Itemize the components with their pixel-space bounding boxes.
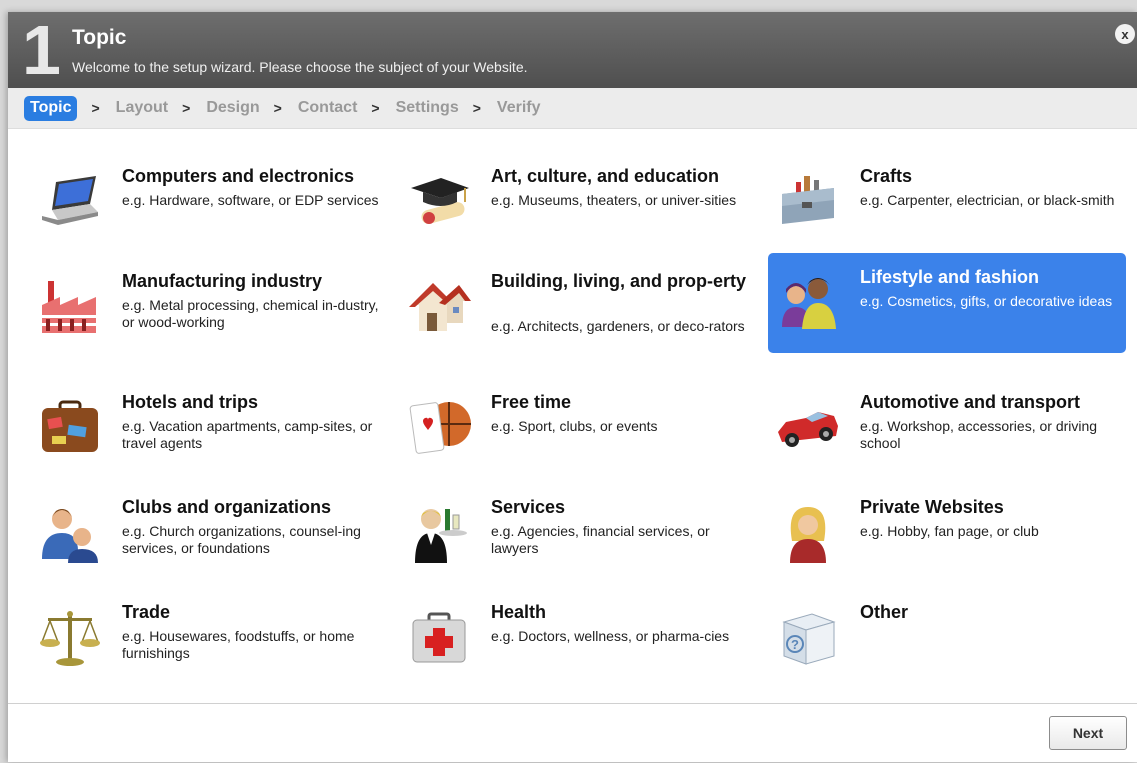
- topic-tile-art[interactable]: Art, culture, and education e.g. Museums…: [399, 158, 757, 254]
- topic-tile-crafts[interactable]: Crafts e.g. Carpenter, electrician, or b…: [768, 158, 1126, 254]
- topic-description: e.g. Hardware, software, or EDP services: [122, 192, 379, 208]
- topic-tile-automotive[interactable]: Automotive and transport e.g. Workshop, …: [768, 384, 1126, 480]
- topic-description: e.g. Sport, clubs, or events: [491, 418, 658, 434]
- step-label: Layout: [115, 99, 169, 116]
- step-number: 1: [22, 11, 61, 89]
- topic-description: e.g. Hobby, fan page, or club: [860, 523, 1039, 539]
- topic-tile-computers[interactable]: Computers and electronics e.g. Hardware,…: [30, 158, 388, 254]
- topic-title: Clubs and organizations: [122, 497, 332, 517]
- people-fashion-icon: [782, 278, 836, 329]
- wizard-steps-breadcrumb: Topic > Layout > Design > Contact > Settings…: [8, 88, 1137, 129]
- topic-description: e.g. Architects, gardeners, or deco-rato…: [491, 318, 745, 334]
- wizard-header: 1 Topic Welcome to the setup wizard. Ple…: [8, 11, 1137, 89]
- topic-tile-health[interactable]: Health e.g. Doctors, wellness, or pharma…: [399, 594, 757, 690]
- graduation-cap-icon: [411, 178, 469, 224]
- step-separator: >: [182, 100, 191, 116]
- step-topic[interactable]: Topic >: [24, 95, 116, 121]
- group-icon: [42, 509, 98, 563]
- setup-wizard-dialog: 1 Topic Welcome to the setup wizard. Ple…: [8, 11, 1137, 763]
- topic-description: e.g. Housewares, foodstuffs, or home fur…: [122, 628, 355, 661]
- topic-title: Art, culture, and education: [491, 166, 720, 186]
- topic-tile-freetime[interactable]: Free time e.g. Sport, clubs, or events: [399, 384, 757, 480]
- topic-description: e.g. Church organizations, counsel-ing s…: [122, 523, 361, 556]
- scales-icon: [40, 611, 100, 666]
- topic-title: Manufacturing industry: [122, 271, 323, 291]
- topic-tile-lifestyle[interactable]: Lifestyle and fashion e.g. Cosmetics, gi…: [768, 253, 1126, 353]
- factory-icon: [42, 281, 96, 333]
- car-icon: [778, 412, 838, 447]
- wizard-footer: Next: [8, 703, 1137, 763]
- topic-tile-other[interactable]: ? Other: [768, 594, 1126, 690]
- topic-tile-building[interactable]: Building, living, and prop-erty e.g. Arc…: [399, 263, 757, 359]
- step-separator: >: [91, 100, 100, 116]
- step-separator: >: [273, 100, 282, 116]
- topic-title: Health: [491, 602, 547, 622]
- page-subtitle: Welcome to the setup wizard. Please choo…: [72, 59, 528, 75]
- step-label: Settings: [395, 99, 459, 116]
- step-label: Topic: [24, 95, 78, 121]
- topic-title: Lifestyle and fashion: [860, 267, 1040, 287]
- playing-card-ball-icon: [409, 402, 471, 454]
- topic-tile-trade[interactable]: Trade e.g. Housewares, foodstuffs, or ho…: [30, 594, 388, 690]
- topic-tile-clubs[interactable]: Clubs and organizations e.g. Church orga…: [30, 489, 388, 585]
- step-separator: >: [472, 100, 481, 116]
- topic-title: Building, living, and prop-erty: [491, 271, 746, 291]
- topic-title: Private Websites: [860, 497, 1004, 517]
- topic-grid: Computers and electronics e.g. Hardware,…: [8, 128, 1137, 702]
- topic-description: e.g. Cosmetics, gifts, or decorative ide…: [860, 293, 1113, 309]
- toolbox-icon: [782, 176, 834, 224]
- topic-description: e.g. Vacation apartments, camp-sites, or…: [122, 418, 373, 451]
- topic-description: e.g. Museums, theaters, or univer-sities: [491, 192, 737, 208]
- woman-icon: [790, 507, 826, 563]
- topic-title: Trade: [122, 602, 171, 622]
- topic-description: e.g. Workshop, accessories, or driving s…: [860, 418, 1098, 451]
- step-label: Design: [206, 99, 260, 116]
- step-verify[interactable]: Verify: [497, 96, 541, 120]
- laptop-icon: [42, 176, 98, 225]
- topic-description: e.g. Metal processing, chemical in-dustr…: [122, 297, 379, 330]
- step-layout[interactable]: Layout >: [116, 96, 207, 120]
- question-box-icon: ?: [782, 613, 836, 665]
- topic-title: Computers and electronics: [122, 166, 355, 186]
- topic-tile-services[interactable]: Services e.g. Agencies, financial servic…: [399, 489, 757, 585]
- waiter-icon: [415, 509, 467, 563]
- topic-title: Hotels and trips: [122, 392, 259, 412]
- topic-title: Other: [860, 602, 909, 622]
- next-button[interactable]: Next: [1049, 716, 1127, 750]
- page-title: Topic: [72, 26, 127, 49]
- topic-title: Crafts: [860, 166, 913, 186]
- step-label: Verify: [496, 99, 541, 116]
- step-label: Contact: [297, 99, 358, 116]
- step-contact[interactable]: Contact >: [298, 96, 396, 120]
- svg-text:?: ?: [791, 637, 799, 652]
- topic-title: Free time: [491, 392, 572, 412]
- close-button[interactable]: x: [1115, 24, 1135, 44]
- topic-tile-manufacturing[interactable]: Manufacturing industry e.g. Metal proces…: [30, 263, 388, 359]
- topic-title: Automotive and transport: [860, 392, 1081, 412]
- first-aid-kit-icon: [412, 612, 466, 663]
- step-separator: >: [371, 100, 380, 116]
- topic-description: e.g. Carpenter, electrician, or black-sm…: [860, 192, 1115, 208]
- topic-tile-hotels[interactable]: Hotels and trips e.g. Vacation apartment…: [30, 384, 388, 480]
- house-icon: [409, 283, 471, 331]
- step-design[interactable]: Design >: [206, 96, 298, 120]
- topic-title: Services: [491, 497, 566, 517]
- step-settings[interactable]: Settings >: [396, 96, 497, 120]
- suitcase-icon: [42, 400, 98, 452]
- topic-tile-private[interactable]: Private Websites e.g. Hobby, fan page, o…: [768, 489, 1126, 585]
- topic-description: e.g. Doctors, wellness, or pharma-cies: [491, 628, 730, 644]
- topic-description: e.g. Agencies, financial services, or la…: [491, 523, 710, 556]
